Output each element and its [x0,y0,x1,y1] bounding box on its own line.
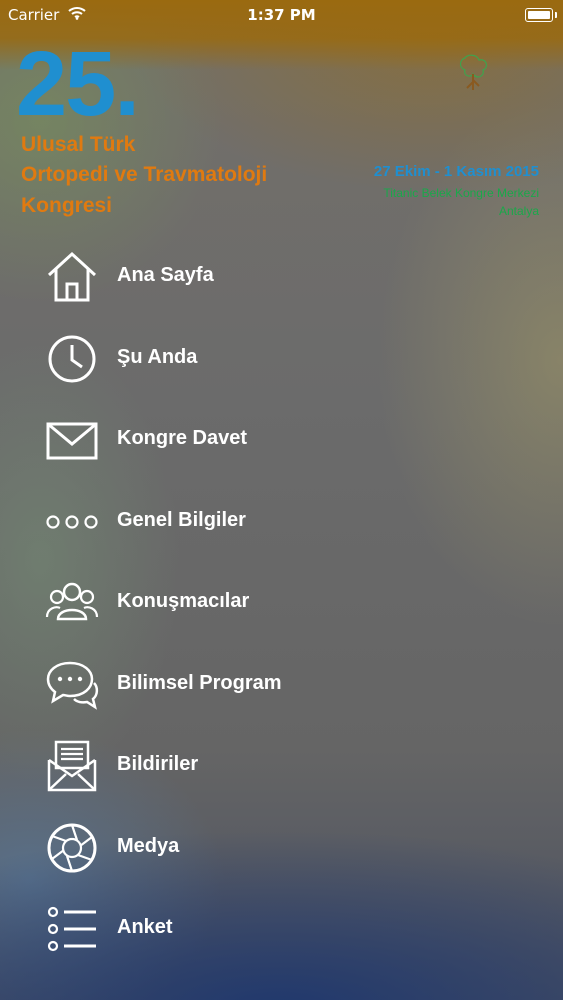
congress-title-line-1: Ulusal Türk [21,133,136,156]
congress-venue: Titanic Belek Kongre Merkezi [383,186,539,200]
congress-title-line-3: Kongresi [21,194,113,217]
menu-label: Ana Sayfa [117,264,214,286]
menu-item-bilimsel-program[interactable]: Bilimsel Program [44,650,524,720]
menu-label: Kongre Davet [117,427,248,449]
menu-label: Bildiriler [117,753,199,775]
menu-item-su-anda[interactable]: Şu Anda [44,324,524,394]
menu-item-anket[interactable]: Anket [44,894,524,964]
menu-item-kongre-davet[interactable]: Kongre Davet [44,405,524,475]
menu-label: Genel Bilgiler [117,509,246,531]
home-icon [44,249,100,305]
congress-city: Antalya [498,204,539,218]
status-time: 1:37 PM [247,6,316,24]
list-icon [44,901,100,957]
menu-label: Konuşmacılar [117,590,250,612]
congress-date: 27 Ekim - 1 Kasım 2015 [373,163,539,180]
menu-label: Şu Anda [117,346,198,368]
menu-label: Bilimsel Program [117,672,282,694]
congress-number: 25. [16,33,140,135]
open-letter-icon [44,738,100,794]
menu-item-medya[interactable]: Medya [44,813,524,883]
menu-label: Medya [117,835,180,857]
chat-bubbles-icon [44,657,100,713]
tree-logo-icon [459,54,488,90]
menu-item-bildiriler[interactable]: Bildiriler [44,731,524,801]
congress-title-line-2: Ortopedi ve Travmatoloji [21,163,268,186]
menu-item-konusmacilar[interactable]: Konuşmacılar [44,568,524,638]
menu-item-ana-sayfa[interactable]: Ana Sayfa [44,242,524,312]
more-dots-icon [44,494,100,550]
menu-item-genel-bilgiler[interactable]: Genel Bilgiler [44,487,524,557]
clock-icon [44,331,100,387]
envelope-icon [44,412,100,468]
menu-label: Anket [117,916,173,938]
camera-aperture-icon [44,820,100,876]
society-logo [455,52,555,94]
battery-icon [525,8,557,22]
people-icon [44,575,100,631]
status-bar: Carrier 1:37 PM [0,0,563,30]
